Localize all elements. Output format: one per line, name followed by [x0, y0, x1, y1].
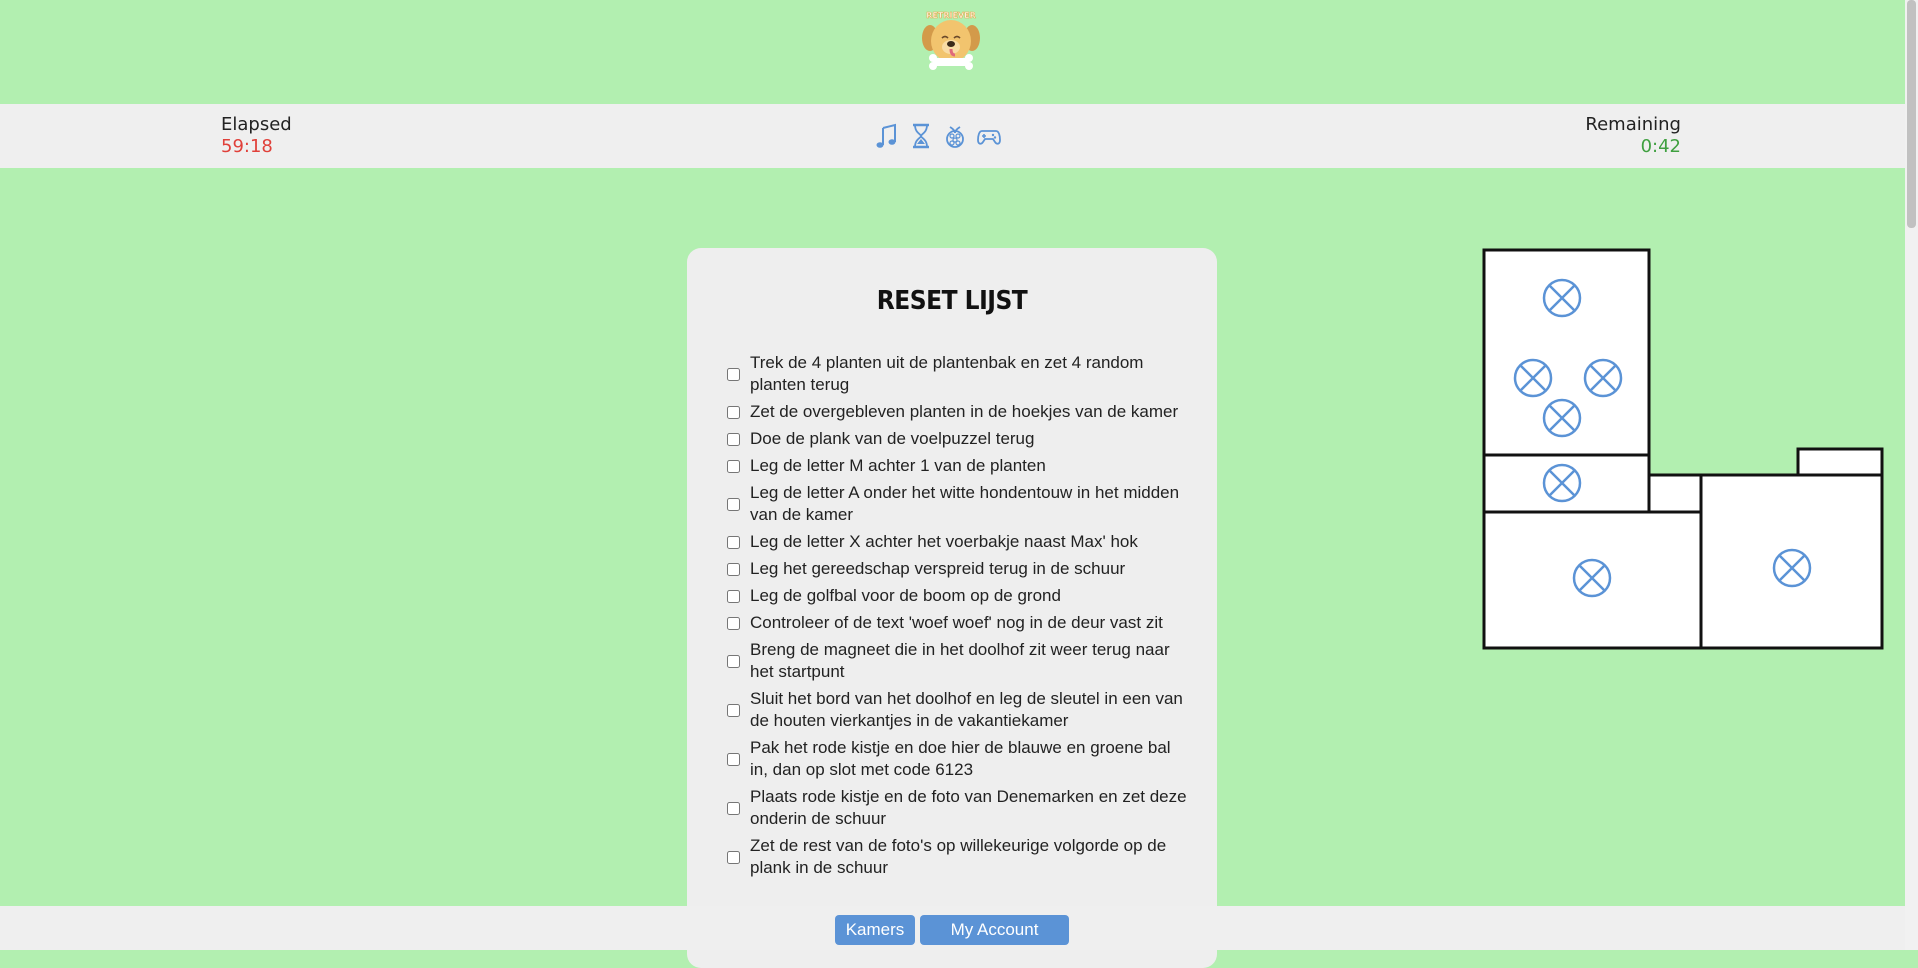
- reset-item-text: Pak het rode kistje en doe hier de blauw…: [750, 738, 1171, 779]
- list-item: Breng de magneet die in het doolhof zit …: [727, 639, 1187, 683]
- reset-checkbox[interactable]: [727, 801, 740, 815]
- retriever-logo: RETRIEVER: [922, 11, 980, 70]
- reset-item-text: Leg de letter X achter het voerbakje naa…: [750, 532, 1138, 551]
- elapsed-value: 59:18: [221, 136, 273, 157]
- room-map: [1482, 248, 1884, 650]
- reset-item-text: Plaats rode kistje en de foto van Denema…: [750, 787, 1187, 828]
- reset-checkbox[interactable]: [727, 367, 740, 381]
- music-button[interactable]: [875, 121, 899, 151]
- status-bar: Elapsed 59:18 Remaining 0:42: [0, 104, 1918, 168]
- page-scrollbar[interactable]: [1905, 0, 1918, 950]
- reset-item-text: Zet de rest van de foto's op willekeurig…: [750, 836, 1167, 877]
- raspberry-button[interactable]: [943, 121, 967, 151]
- reset-checkbox[interactable]: [727, 405, 740, 419]
- reset-item-text: Leg het gereedschap verspreid terug in d…: [750, 559, 1126, 578]
- reset-checkbox[interactable]: [727, 562, 740, 576]
- timer-button[interactable]: [909, 121, 933, 151]
- list-item: Zet de overgebleven planten in de hoekje…: [727, 401, 1187, 423]
- reset-checkbox[interactable]: [727, 752, 740, 766]
- list-item: Zet de rest van de foto's op willekeurig…: [727, 835, 1187, 879]
- list-item: Leg de letter X achter het voerbakje naa…: [727, 531, 1187, 553]
- reset-checkbox[interactable]: [727, 654, 740, 668]
- reset-checkbox[interactable]: [727, 497, 740, 511]
- list-item: Plaats rode kistje en de foto van Denema…: [727, 786, 1187, 830]
- reset-checkbox[interactable]: [727, 616, 740, 630]
- reset-item-text: Trek de 4 planten uit de plantenbak en z…: [750, 353, 1144, 394]
- reset-item-text: Zet de overgebleven planten in de hoekje…: [750, 402, 1179, 421]
- room-connector: [1647, 473, 1703, 514]
- reset-item-text: Leg de letter M achter 1 van de planten: [750, 456, 1046, 475]
- elapsed-label: Elapsed: [221, 114, 292, 135]
- reset-checkbox[interactable]: [727, 459, 740, 473]
- reset-item-text: Sluit het bord van het doolhof en leg de…: [750, 689, 1183, 730]
- remaining-timer: Remaining 0:42: [1585, 114, 1681, 158]
- music-icon: [876, 123, 896, 148]
- reset-list-card: RESET LIJST Trek de 4 planten uit de pla…: [687, 248, 1217, 968]
- reset-list-title: RESET LIJST: [876, 286, 1028, 316]
- reset-item-text: Doe de plank van de voelpuzzel terug: [750, 429, 1035, 448]
- remaining-label: Remaining: [1585, 114, 1681, 135]
- my-account-button[interactable]: My Account: [920, 915, 1069, 945]
- room-small: [1796, 447, 1884, 477]
- reset-checkbox[interactable]: [727, 703, 740, 717]
- list-item: Leg de letter A onder het witte hondento…: [727, 482, 1187, 526]
- top-header: RETRIEVER: [0, 0, 1918, 104]
- game-button[interactable]: [977, 121, 1001, 151]
- list-item: Leg de letter M achter 1 van de planten: [727, 455, 1187, 477]
- reset-item-text: Controleer of de text 'woef woef' nog in…: [750, 613, 1163, 632]
- control-toolbar: [875, 121, 1001, 151]
- list-item: Sluit het bord van het doolhof en leg de…: [727, 688, 1187, 732]
- reset-item-text: Breng de magneet die in het doolhof zit …: [750, 640, 1170, 681]
- hourglass-icon: [913, 123, 929, 149]
- list-item: Leg het gereedschap verspreid terug in d…: [727, 558, 1187, 580]
- scrollbar-thumb[interactable]: [1907, 0, 1916, 228]
- list-item: Leg de golfbal voor de boom op de grond: [727, 585, 1187, 607]
- room-right: [1699, 473, 1884, 650]
- reset-list: Trek de 4 planten uit de plantenbak en z…: [727, 352, 1187, 884]
- list-item: Doe de plank van de voelpuzzel terug: [727, 428, 1187, 450]
- list-item: Controleer of de text 'woef woef' nog in…: [727, 612, 1187, 634]
- reset-item-text: Leg de golfbal voor de boom op de grond: [750, 586, 1061, 605]
- raspberry-icon: [946, 126, 964, 148]
- reset-checkbox[interactable]: [727, 589, 740, 603]
- gamepad-icon: [977, 130, 1001, 145]
- reset-checkbox[interactable]: [727, 850, 740, 864]
- list-item: Trek de 4 planten uit de plantenbak en z…: [727, 352, 1187, 396]
- reset-checkbox[interactable]: [727, 432, 740, 446]
- rooms-button[interactable]: Kamers: [835, 915, 915, 945]
- list-item: Pak het rode kistje en doe hier de blauw…: [727, 737, 1187, 781]
- room-middle: [1482, 453, 1651, 514]
- remaining-value: 0:42: [1640, 136, 1681, 157]
- elapsed-timer: Elapsed 59:18: [221, 114, 292, 158]
- svg-text:RETRIEVER: RETRIEVER: [926, 11, 976, 20]
- reset-item-text: Leg de letter A onder het witte hondento…: [750, 483, 1180, 524]
- bottom-nav-bar: Kamers My Account: [0, 906, 1905, 950]
- reset-checkbox[interactable]: [727, 535, 740, 549]
